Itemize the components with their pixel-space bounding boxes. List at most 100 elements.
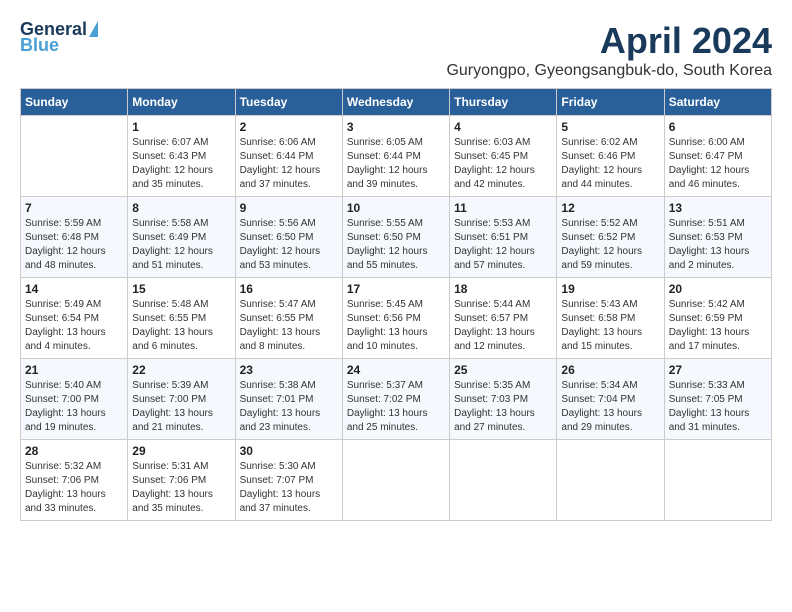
day-number: 27	[669, 363, 767, 377]
day-detail: Sunrise: 5:44 AM Sunset: 6:57 PM Dayligh…	[454, 298, 552, 354]
day-number: 23	[240, 363, 338, 377]
day-detail: Sunrise: 5:48 AM Sunset: 6:55 PM Dayligh…	[132, 298, 230, 354]
calendar-week-row: 28 Sunrise: 5:32 AM Sunset: 7:06 PM Dayli…	[21, 440, 772, 521]
calendar-cell: 13 Sunrise: 5:51 AM Sunset: 6:53 PM Dayli…	[664, 197, 771, 278]
calendar-week-row: 14 Sunrise: 5:49 AM Sunset: 6:54 PM Dayli…	[21, 278, 772, 359]
calendar-cell: 20Sunrise: 5:42 AM Sunset: 6:59 PM Dayli…	[664, 278, 771, 359]
day-detail: Sunrise: 6:06 AM Sunset: 6:44 PM Dayligh…	[240, 136, 338, 192]
calendar-cell: 2 Sunrise: 6:06 AM Sunset: 6:44 PM Daylig…	[235, 116, 342, 197]
day-number: 11	[454, 201, 552, 215]
calendar-cell: 16Sunrise: 5:47 AM Sunset: 6:55 PM Dayli…	[235, 278, 342, 359]
day-detail: Sunrise: 5:30 AM Sunset: 7:07 PM Dayligh…	[240, 460, 338, 516]
day-detail: Sunrise: 6:02 AM Sunset: 6:46 PM Dayligh…	[561, 136, 659, 192]
calendar-cell: 11 Sunrise: 5:53 AM Sunset: 6:51 PM Dayli…	[450, 197, 557, 278]
day-number: 25	[454, 363, 552, 377]
calendar-cell: 23 Sunrise: 5:38 AM Sunset: 7:01 PM Dayli…	[235, 359, 342, 440]
calendar-cell: 29 Sunrise: 5:31 AM Sunset: 7:06 PM Dayli…	[128, 440, 235, 521]
calendar-cell: 27 Sunrise: 5:33 AM Sunset: 7:05 PM Dayli…	[664, 359, 771, 440]
day-detail: Sunrise: 5:53 AM Sunset: 6:51 PM Dayligh…	[454, 217, 552, 273]
calendar-week-row: 7 Sunrise: 5:59 AM Sunset: 6:48 PM Daylig…	[21, 197, 772, 278]
day-number: 8	[132, 201, 230, 215]
calendar-cell: 1 Sunrise: 6:07 AM Sunset: 6:43 PM Daylig…	[128, 116, 235, 197]
day-detail: Sunrise: 5:38 AM Sunset: 7:01 PM Dayligh…	[240, 379, 338, 435]
day-detail: Sunrise: 5:37 AM Sunset: 7:02 PM Dayligh…	[347, 379, 445, 435]
column-header-tuesday: Tuesday	[235, 89, 342, 116]
day-detail: Sunrise: 5:55 AM Sunset: 6:50 PM Dayligh…	[347, 217, 445, 273]
day-number: 28	[25, 444, 123, 458]
day-number: 14	[25, 282, 123, 296]
day-detail: Sunrise: 5:49 AM Sunset: 6:54 PM Dayligh…	[25, 298, 123, 354]
calendar-cell: 5 Sunrise: 6:02 AM Sunset: 6:46 PM Daylig…	[557, 116, 664, 197]
column-header-monday: Monday	[128, 89, 235, 116]
day-number: 22	[132, 363, 230, 377]
calendar-cell: 10 Sunrise: 5:55 AM Sunset: 6:50 PM Dayli…	[342, 197, 449, 278]
calendar-cell: 4 Sunrise: 6:03 AM Sunset: 6:45 PM Daylig…	[450, 116, 557, 197]
day-detail: Sunrise: 5:51 AM Sunset: 6:53 PM Dayligh…	[669, 217, 767, 273]
page-header: General Blue April 2024 Guryongpo, Gyeon…	[20, 20, 772, 80]
column-header-sunday: Sunday	[21, 89, 128, 116]
calendar-cell: 30 Sunrise: 5:30 AM Sunset: 7:07 PM Dayli…	[235, 440, 342, 521]
day-detail: Sunrise: 6:03 AM Sunset: 6:45 PM Dayligh…	[454, 136, 552, 192]
calendar-cell: 15 Sunrise: 5:48 AM Sunset: 6:55 PM Dayli…	[128, 278, 235, 359]
logo-triangle-icon	[89, 21, 98, 37]
day-number: 29	[132, 444, 230, 458]
column-header-saturday: Saturday	[664, 89, 771, 116]
title-block: April 2024 Guryongpo, Gyeongsangbuk-do, …	[446, 20, 772, 80]
day-detail: Sunrise: 5:39 AM Sunset: 7:00 PM Dayligh…	[132, 379, 230, 435]
day-number: 10	[347, 201, 445, 215]
calendar-cell: 17 Sunrise: 5:45 AM Sunset: 6:56 PM Dayli…	[342, 278, 449, 359]
day-detail: Sunrise: 5:56 AM Sunset: 6:50 PM Dayligh…	[240, 217, 338, 273]
day-detail: Sunrise: 5:35 AM Sunset: 7:03 PM Dayligh…	[454, 379, 552, 435]
calendar-header-row: SundayMondayTuesdayWednesdayThursdayFrid…	[21, 89, 772, 116]
calendar-cell: 14 Sunrise: 5:49 AM Sunset: 6:54 PM Dayli…	[21, 278, 128, 359]
day-number: 2	[240, 120, 338, 134]
day-number: 1	[132, 120, 230, 134]
day-number: 17	[347, 282, 445, 296]
day-detail: Sunrise: 5:40 AM Sunset: 7:00 PM Dayligh…	[25, 379, 123, 435]
column-header-friday: Friday	[557, 89, 664, 116]
day-detail: Sunrise: 6:05 AM Sunset: 6:44 PM Dayligh…	[347, 136, 445, 192]
calendar-cell: 22 Sunrise: 5:39 AM Sunset: 7:00 PM Dayli…	[128, 359, 235, 440]
day-number: 9	[240, 201, 338, 215]
column-header-wednesday: Wednesday	[342, 89, 449, 116]
calendar-cell: 6Sunrise: 6:00 AM Sunset: 6:47 PM Daylig…	[664, 116, 771, 197]
day-number: 12	[561, 201, 659, 215]
day-number: 21	[25, 363, 123, 377]
calendar-cell	[21, 116, 128, 197]
logo: General Blue	[20, 20, 98, 54]
calendar-cell: 3Sunrise: 6:05 AM Sunset: 6:44 PM Daylig…	[342, 116, 449, 197]
calendar-cell: 24 Sunrise: 5:37 AM Sunset: 7:02 PM Dayli…	[342, 359, 449, 440]
day-detail: Sunrise: 5:34 AM Sunset: 7:04 PM Dayligh…	[561, 379, 659, 435]
day-detail: Sunrise: 5:43 AM Sunset: 6:58 PM Dayligh…	[561, 298, 659, 354]
day-detail: Sunrise: 5:47 AM Sunset: 6:55 PM Dayligh…	[240, 298, 338, 354]
day-number: 13	[669, 201, 767, 215]
calendar-cell: 28 Sunrise: 5:32 AM Sunset: 7:06 PM Dayli…	[21, 440, 128, 521]
day-number: 20	[669, 282, 767, 296]
day-number: 18	[454, 282, 552, 296]
day-number: 26	[561, 363, 659, 377]
day-detail: Sunrise: 5:45 AM Sunset: 6:56 PM Dayligh…	[347, 298, 445, 354]
day-detail: Sunrise: 5:32 AM Sunset: 7:06 PM Dayligh…	[25, 460, 123, 516]
calendar-week-row: 1 Sunrise: 6:07 AM Sunset: 6:43 PM Daylig…	[21, 116, 772, 197]
day-detail: Sunrise: 6:07 AM Sunset: 6:43 PM Dayligh…	[132, 136, 230, 192]
day-number: 24	[347, 363, 445, 377]
calendar-cell: 26 Sunrise: 5:34 AM Sunset: 7:04 PM Dayli…	[557, 359, 664, 440]
day-number: 5	[561, 120, 659, 134]
calendar-week-row: 21 Sunrise: 5:40 AM Sunset: 7:00 PM Dayli…	[21, 359, 772, 440]
day-detail: Sunrise: 5:59 AM Sunset: 6:48 PM Dayligh…	[25, 217, 123, 273]
calendar-cell	[557, 440, 664, 521]
calendar-cell: 18 Sunrise: 5:44 AM Sunset: 6:57 PM Dayli…	[450, 278, 557, 359]
day-detail: Sunrise: 5:33 AM Sunset: 7:05 PM Dayligh…	[669, 379, 767, 435]
calendar-cell: 9 Sunrise: 5:56 AM Sunset: 6:50 PM Daylig…	[235, 197, 342, 278]
day-detail: Sunrise: 5:31 AM Sunset: 7:06 PM Dayligh…	[132, 460, 230, 516]
calendar-cell: 12Sunrise: 5:52 AM Sunset: 6:52 PM Dayli…	[557, 197, 664, 278]
subtitle: Guryongpo, Gyeongsangbuk-do, South Korea	[446, 62, 772, 80]
calendar-cell: 7 Sunrise: 5:59 AM Sunset: 6:48 PM Daylig…	[21, 197, 128, 278]
day-number: 4	[454, 120, 552, 134]
day-number: 15	[132, 282, 230, 296]
day-number: 7	[25, 201, 123, 215]
logo-blue: Blue	[20, 36, 59, 54]
day-number: 30	[240, 444, 338, 458]
calendar-cell	[450, 440, 557, 521]
day-number: 6	[669, 120, 767, 134]
